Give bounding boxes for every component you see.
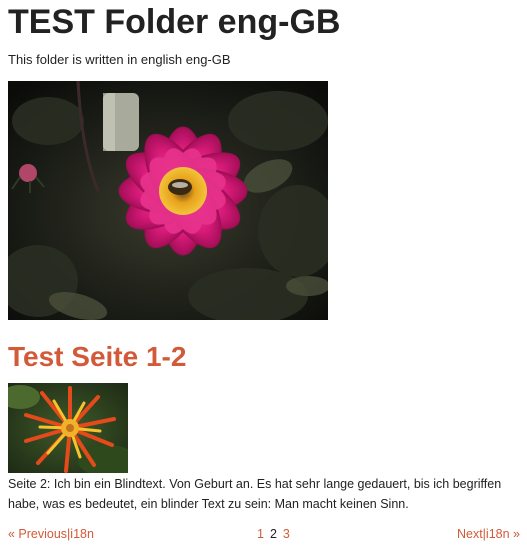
thumbnail-image[interactable]	[8, 383, 128, 473]
page-link-3[interactable]: 3	[283, 527, 290, 541]
child-page-summary: Seite 2: Ich bin ein Blindtext. Von Gebu…	[8, 477, 502, 511]
folder-title: TEST Folder eng-GB	[8, 3, 341, 41]
child-page-title[interactable]: Test Seite 1-2	[8, 340, 186, 374]
hero-image	[8, 81, 328, 320]
folder-description: This folder is written in english eng-GB	[8, 52, 231, 67]
previous-page-link[interactable]: « Previous|i18n	[8, 524, 94, 544]
current-page-number: 2	[269, 527, 277, 541]
next-page-link[interactable]: Next|i18n »	[457, 524, 520, 544]
pagination: « Previous|i18n 123 Next|i18n »	[8, 524, 520, 544]
child-page-link[interactable]: Test Seite 1-2	[8, 341, 186, 372]
page-numbers: 123	[257, 524, 296, 544]
page-link-1[interactable]: 1	[257, 527, 264, 541]
